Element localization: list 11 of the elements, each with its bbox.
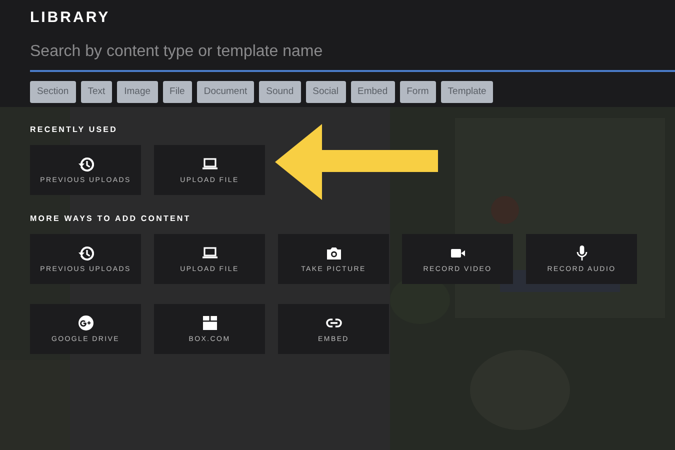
laptop-icon <box>202 244 218 260</box>
section-heading: MORE WAYS TO ADD CONTENT <box>30 214 191 224</box>
box-icon <box>202 314 218 330</box>
camera-icon <box>326 244 342 260</box>
google-plus-icon <box>78 314 94 330</box>
search-field[interactable]: Search by content type or template name <box>30 38 675 72</box>
library-title: LIBRARY <box>30 9 110 27</box>
laptop-icon <box>202 156 218 172</box>
history-icon <box>78 244 94 260</box>
history-icon <box>78 156 94 172</box>
section-heading: RECENTLY USED <box>30 125 118 135</box>
